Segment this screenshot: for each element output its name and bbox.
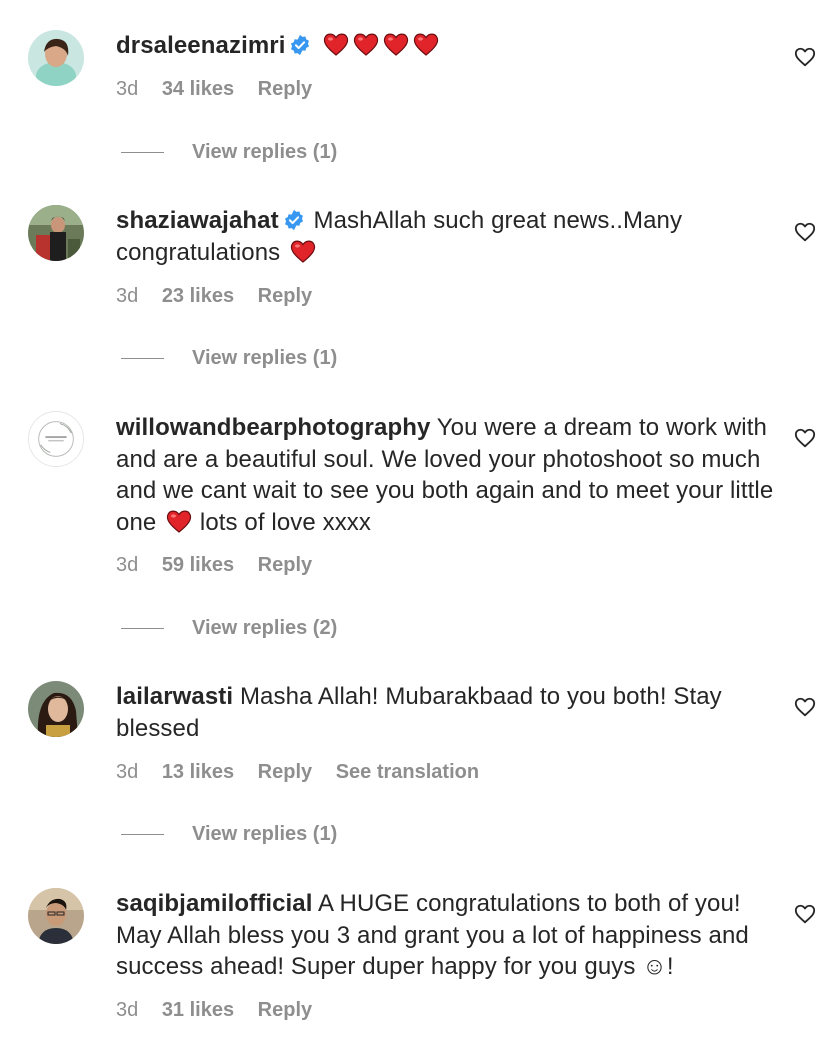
comment-text: shaziawajahat MashAllah such great news.…	[116, 205, 776, 268]
verified-badge-icon	[291, 34, 310, 56]
comment-time[interactable]: 3d	[116, 999, 138, 1021]
avatar[interactable]	[28, 888, 84, 944]
replies-divider	[121, 833, 164, 835]
avatar[interactable]	[28, 411, 84, 467]
heart-outline-icon[interactable]	[794, 221, 816, 243]
red-heart-emoji-icon	[354, 33, 379, 56]
comment-time[interactable]: 3d	[116, 285, 138, 307]
reply-button[interactable]: Reply	[258, 761, 312, 783]
view-replies-button[interactable]: View replies (1)	[121, 139, 337, 165]
comment-meta: 3d 59 likes Reply	[116, 554, 330, 577]
heart-outline-icon[interactable]	[794, 696, 816, 718]
replies-divider	[121, 627, 164, 629]
reply-button[interactable]: Reply	[258, 285, 312, 307]
comment-username[interactable]: willowandbearphotography	[116, 414, 430, 441]
view-replies-label[interactable]: View replies (1)	[192, 823, 337, 846]
comment-meta: 3d 31 likes Reply	[116, 999, 330, 1022]
view-replies-label[interactable]: View replies (1)	[192, 347, 337, 370]
comment-text: willowandbearphotography You were a drea…	[116, 412, 776, 538]
red-heart-emoji-icon	[290, 240, 316, 263]
comment-username[interactable]: saqibjamilofficial	[116, 890, 313, 917]
heart-outline-icon[interactable]	[794, 46, 816, 68]
comment-username[interactable]: drsaleenazimri	[116, 32, 285, 59]
view-replies-button[interactable]: View replies (1)	[121, 821, 337, 847]
verified-badge-icon	[284, 209, 303, 231]
comment-text: drsaleenazimri	[116, 30, 776, 62]
comment-text: lailarwasti Masha Allah! Mubarakbaad to …	[116, 681, 776, 744]
avatar[interactable]	[28, 681, 84, 737]
comment-username[interactable]: shaziawajahat	[116, 207, 279, 234]
red-heart-emoji-icon	[414, 33, 439, 56]
comment-likes[interactable]: 31 likes	[162, 999, 234, 1021]
avatar[interactable]	[28, 30, 84, 86]
comment-time[interactable]: 3d	[116, 554, 138, 576]
comment-likes[interactable]: 13 likes	[162, 761, 234, 783]
comment-meta: 3d 34 likes Reply	[116, 78, 330, 101]
reply-button[interactable]: Reply	[258, 554, 312, 576]
red-heart-emoji-icon	[324, 33, 349, 56]
comment-text: saqibjamilofficial A HUGE congratulation…	[116, 888, 776, 983]
comment-likes[interactable]: 23 likes	[162, 285, 234, 307]
comment-username[interactable]: lailarwasti	[116, 683, 233, 710]
see-translation-button[interactable]: See translation	[336, 761, 479, 783]
replies-divider	[121, 357, 164, 359]
view-replies-button[interactable]: View replies (1)	[121, 345, 337, 371]
comment-meta: 3d 23 likes Reply	[116, 285, 330, 308]
reply-button[interactable]: Reply	[258, 999, 312, 1021]
comment-time[interactable]: 3d	[116, 78, 138, 100]
comment-likes[interactable]: 34 likes	[162, 78, 234, 100]
reply-button[interactable]: Reply	[258, 78, 312, 100]
comment-meta: 3d 13 likes Reply See translation	[116, 761, 497, 784]
avatar[interactable]	[28, 205, 84, 261]
heart-outline-icon[interactable]	[794, 903, 816, 925]
view-replies-label[interactable]: View replies (1)	[192, 141, 337, 164]
replies-divider	[121, 151, 164, 153]
heart-outline-icon[interactable]	[794, 427, 816, 449]
comment-message-end: lots of love xxxx	[199, 508, 372, 536]
view-replies-label[interactable]: View replies (2)	[192, 617, 337, 640]
red-heart-emoji-icon	[166, 510, 192, 533]
red-heart-emoji-icon	[384, 33, 409, 56]
comment-time[interactable]: 3d	[116, 761, 138, 783]
comment-likes[interactable]: 59 likes	[162, 554, 234, 576]
view-replies-button[interactable]: View replies (2)	[121, 615, 337, 641]
